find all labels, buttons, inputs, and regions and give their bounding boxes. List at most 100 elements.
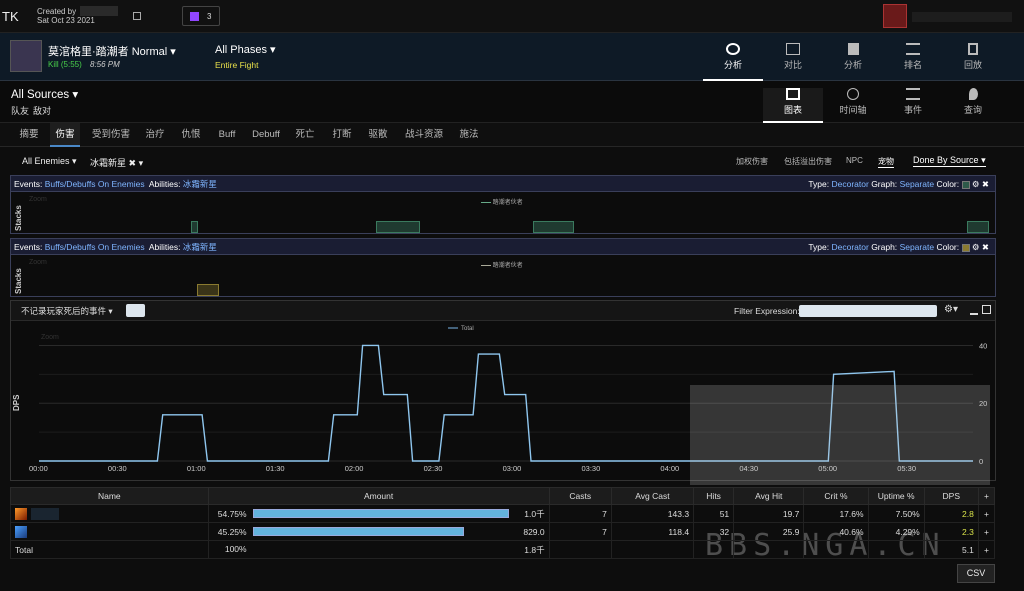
table-row[interactable]: 54.75% 1.0千 7 143.3 51 19.7 17.6% 7.50% 2…: [10, 504, 996, 523]
type-value[interactable]: Decorator: [831, 242, 868, 252]
gear-icon[interactable]: ⚙▾: [944, 304, 958, 316]
overkill-toggle[interactable]: 包括溢出伤害: [784, 156, 832, 167]
graph-value[interactable]: Separate: [900, 179, 935, 189]
tab-deaths[interactable]: 死亡: [290, 123, 320, 147]
toggle-box[interactable]: [126, 304, 145, 317]
tab-damage[interactable]: 伤害: [50, 123, 80, 147]
filter-expression-input[interactable]: [799, 305, 937, 317]
col-amount[interactable]: Amount: [207, 487, 550, 505]
col-uptime[interactable]: Uptime %: [867, 487, 925, 505]
weighted-damage-toggle[interactable]: 加权伤害: [736, 156, 768, 167]
enemy-link[interactable]: 敌对: [33, 104, 51, 117]
x-tick-label: 00:00: [29, 464, 48, 473]
y-axis-label: Stacks: [14, 268, 23, 294]
table-row[interactable]: 45.25% 829.0 7 118.4 32 25.9 40.6% 4.29% …: [10, 522, 996, 541]
expand-button[interactable]: +: [977, 522, 996, 541]
tab-damage-taken[interactable]: 受到伤害: [86, 123, 136, 147]
twitch-button[interactable]: 3: [182, 6, 220, 26]
col-plus[interactable]: +: [977, 487, 996, 505]
gear-icon[interactable]: ⚙: [972, 242, 980, 252]
tab-summary[interactable]: 摘要: [10, 123, 48, 147]
fight-name-dropdown[interactable]: 莫涫格里·踏潮者 Normal ▾: [48, 43, 176, 59]
ability-cell[interactable]: [10, 504, 209, 523]
compare-icon: [786, 43, 800, 55]
copy-icon[interactable]: [133, 12, 141, 20]
tab-resources[interactable]: 战斗资源: [400, 123, 448, 147]
color-swatch[interactable]: [961, 243, 970, 252]
total-amount-cell: 100% 1.8千: [207, 540, 550, 559]
tab-debuffs[interactable]: Debuff: [248, 123, 284, 147]
ability-cell[interactable]: [10, 522, 209, 541]
horde-icon[interactable]: [883, 4, 907, 28]
tab-casts[interactable]: 施法: [454, 123, 484, 147]
gear-icon[interactable]: ⚙: [972, 179, 980, 189]
close-icon[interactable]: ✖: [129, 158, 137, 168]
csv-button[interactable]: CSV: [957, 564, 995, 583]
fight-time: 8:56 PM: [90, 60, 120, 69]
friendly-link[interactable]: 队友: [11, 104, 29, 117]
col-avg-hit[interactable]: Avg Hit: [733, 487, 805, 505]
col-dps[interactable]: DPS: [923, 487, 979, 505]
avg-hit-cell: 19.7: [733, 504, 805, 523]
npc-toggle[interactable]: NPC: [846, 156, 863, 165]
col-casts[interactable]: Casts: [548, 487, 612, 505]
amount-bar: [252, 527, 465, 536]
pets-toggle[interactable]: 宠物: [878, 156, 894, 168]
abilities-value[interactable]: 冰霜新星: [183, 179, 217, 189]
view-query[interactable]: 查询: [943, 88, 1003, 122]
events-value[interactable]: Buffs/Debuffs On Enemies: [45, 242, 145, 252]
nav-analysis[interactable]: 分析: [823, 43, 883, 79]
minimize-icon[interactable]: [970, 313, 978, 315]
x-tick-label: 05:30: [897, 464, 916, 473]
dps-chart[interactable]: Zoom DPS Total 40 20 0 00:00 00:30 01:00 01:30 02:…: [11, 321, 996, 481]
tab-buffs[interactable]: Buff: [212, 123, 242, 147]
phases-dropdown[interactable]: All Phases ▾: [215, 43, 276, 56]
view-label: 时间轴: [839, 105, 867, 115]
abilities-value[interactable]: 冰霜新星: [183, 242, 217, 252]
maximize-icon[interactable]: [982, 305, 991, 314]
frost-icon: [15, 525, 27, 538]
col-crit[interactable]: Crit %: [803, 487, 869, 505]
color-swatch[interactable]: [961, 180, 970, 189]
tab-dispels[interactable]: 驱散: [362, 123, 394, 147]
graph-label: Graph:: [871, 242, 898, 252]
tab-threat[interactable]: 仇恨: [176, 123, 206, 147]
enemies-dropdown[interactable]: All Enemies ▾: [22, 156, 77, 167]
tab-interrupts[interactable]: 打断: [326, 123, 358, 147]
col-name[interactable]: Name: [10, 487, 209, 505]
avg-cast-cell: 143.3: [610, 504, 695, 523]
events-value[interactable]: Buffs/Debuffs On Enemies: [45, 179, 145, 189]
zoom-label: Zoom: [41, 334, 59, 341]
col-hits[interactable]: Hits: [693, 487, 735, 505]
empty-cell: [867, 540, 925, 559]
crit-cell: 40.6%: [803, 522, 869, 541]
type-value[interactable]: Decorator: [831, 179, 868, 189]
view-timeline[interactable]: 时间轴: [823, 88, 883, 122]
graph-value[interactable]: Separate: [900, 242, 935, 252]
nav-analyze[interactable]: 分析: [703, 43, 763, 81]
buff-marker: [191, 221, 198, 233]
nav-rankings[interactable]: 排名: [883, 43, 943, 79]
tab-healing[interactable]: 治疗: [140, 123, 170, 147]
death-filter-dropdown[interactable]: 不记录玩家死后的事件 ▾: [21, 305, 113, 317]
nav-replay[interactable]: 回放: [943, 43, 1003, 79]
expand-button[interactable]: +: [977, 504, 996, 523]
view-events[interactable]: 事件: [883, 88, 943, 122]
nav-compare[interactable]: 对比: [763, 43, 823, 79]
dps-cell: 2.8: [923, 504, 979, 523]
ability-filter[interactable]: 冰霜新星 ✖ ▾: [90, 156, 143, 169]
nav-label: 排名: [903, 60, 922, 70]
close-icon[interactable]: ✖: [982, 179, 989, 189]
expand-button[interactable]: +: [977, 540, 996, 559]
user-initials[interactable]: TK: [2, 9, 19, 24]
y-tick-label: 20: [979, 399, 987, 408]
col-avg-cast[interactable]: Avg Cast: [610, 487, 695, 505]
chart-toolbar: 不记录玩家死后的事件 ▾ Filter Expression: ⚙▾: [11, 301, 995, 321]
buff-panel-2: Events: Buffs/Debuffs On Enemies Abiliti…: [10, 238, 996, 297]
view-chart[interactable]: 图表: [763, 88, 823, 123]
buff-marker: [197, 284, 219, 296]
film-icon: [968, 43, 978, 55]
close-icon[interactable]: ✖: [982, 242, 989, 252]
done-by-dropdown[interactable]: Done By Source ▾: [913, 155, 986, 167]
sources-dropdown[interactable]: All Sources ▾: [11, 87, 78, 101]
